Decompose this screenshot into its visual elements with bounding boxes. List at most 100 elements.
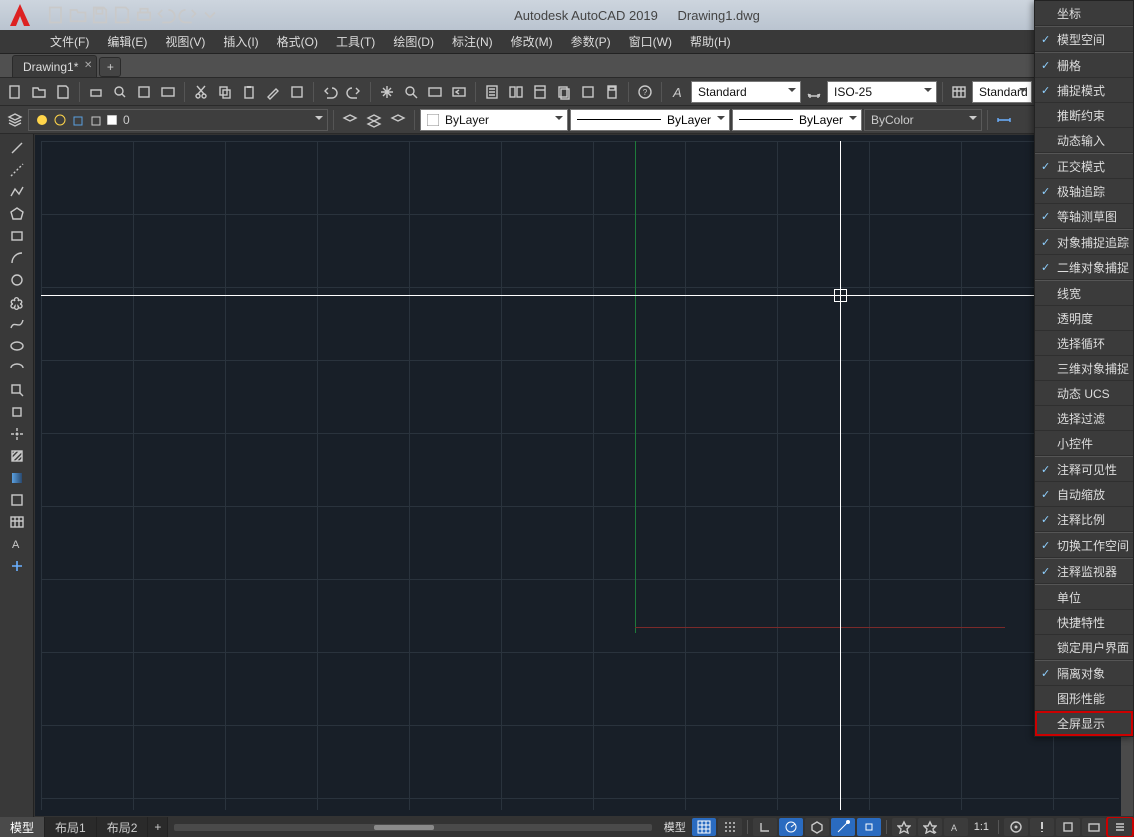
designcenter-icon[interactable] [505, 81, 527, 103]
table-icon[interactable] [4, 512, 30, 532]
popup-item[interactable]: 选择过滤 [1035, 406, 1133, 431]
annoscale-toggle[interactable]: A [944, 818, 968, 836]
linetype-dropdown[interactable]: ByLayer [570, 109, 730, 131]
undo-icon[interactable] [156, 5, 176, 25]
grid-toggle[interactable] [692, 818, 716, 836]
customize-status-button[interactable] [1108, 818, 1132, 836]
popup-item[interactable]: ✓注释监视器 [1035, 559, 1133, 584]
popup-item[interactable]: ✓二维对象捕捉 [1035, 255, 1133, 280]
gradient-icon[interactable] [4, 468, 30, 488]
table-style-dropdown[interactable]: Standard [972, 81, 1032, 103]
circle-icon[interactable] [4, 270, 30, 290]
copy-icon[interactable] [214, 81, 236, 103]
app-logo[interactable] [0, 0, 40, 30]
region-icon[interactable] [4, 490, 30, 510]
popup-item[interactable]: 全屏显示 [1035, 711, 1133, 736]
popup-item[interactable]: 快捷特性 [1035, 610, 1133, 635]
ellipse-arc-icon[interactable] [4, 358, 30, 378]
revcloud-icon[interactable] [4, 292, 30, 312]
text-style-dropdown[interactable]: Standard [691, 81, 801, 103]
otrack-toggle[interactable] [831, 818, 855, 836]
horizontal-scrollbar[interactable] [174, 824, 651, 831]
layout-tab-layout2[interactable]: 布局2 [97, 817, 149, 837]
document-tab[interactable]: Drawing1* ✕ [12, 55, 97, 77]
layout-tab-layout1[interactable]: 布局1 [45, 817, 97, 837]
layout-tab-model[interactable]: 模型 [0, 817, 45, 837]
popup-item[interactable]: ✓注释比例 [1035, 507, 1133, 532]
print-icon[interactable] [134, 5, 154, 25]
pan-icon[interactable] [376, 81, 398, 103]
popup-item[interactable]: 推断约束 [1035, 103, 1133, 128]
redo-icon[interactable] [343, 81, 365, 103]
autoscale-toggle[interactable] [918, 818, 942, 836]
menu-dim[interactable]: 标注(N) [452, 33, 493, 50]
saveas-icon[interactable] [112, 5, 132, 25]
matchprop-icon[interactable] [262, 81, 284, 103]
textstyle-icon[interactable]: A [667, 81, 689, 103]
menu-modify[interactable]: 修改(M) [511, 33, 553, 50]
new-tab-button[interactable]: + [99, 57, 121, 77]
ortho-toggle[interactable] [753, 818, 777, 836]
new-icon[interactable] [46, 5, 66, 25]
polar-toggle[interactable] [779, 818, 803, 836]
workspace-switch[interactable] [1004, 818, 1028, 836]
addselected-icon[interactable] [4, 556, 30, 576]
dim-style-dropdown[interactable]: ISO-25 [827, 81, 937, 103]
isolate-objects[interactable] [1056, 818, 1080, 836]
popup-item[interactable]: ✓切换工作空间 [1035, 533, 1133, 558]
menu-help[interactable]: 帮助(H) [690, 33, 731, 50]
dimstyle-icon[interactable] [803, 81, 825, 103]
spline-icon[interactable] [4, 314, 30, 334]
zoom-window-icon[interactable] [424, 81, 446, 103]
new-icon[interactable] [4, 81, 26, 103]
undo-icon[interactable] [319, 81, 341, 103]
help-icon[interactable]: ? [634, 81, 656, 103]
menu-insert[interactable]: 插入(I) [223, 33, 258, 50]
popup-item[interactable]: 动态 UCS [1035, 381, 1133, 406]
popup-item[interactable]: 三维对象捕捉 [1035, 356, 1133, 381]
preview-icon[interactable] [109, 81, 131, 103]
redo-icon[interactable] [178, 5, 198, 25]
popup-item[interactable]: ✓等轴测草图 [1035, 204, 1133, 229]
plotstyle-dropdown[interactable]: ByColor [864, 109, 982, 131]
popup-item[interactable]: ✓注释可见性 [1035, 457, 1133, 482]
point-icon[interactable] [4, 424, 30, 444]
popup-item[interactable]: ✓正交模式 [1035, 154, 1133, 179]
ellipse-icon[interactable] [4, 336, 30, 356]
properties-icon[interactable] [481, 81, 503, 103]
annotation-monitor[interactable] [1030, 818, 1054, 836]
cut-icon[interactable] [190, 81, 212, 103]
drawing-canvas[interactable] [34, 134, 1134, 817]
osnap-toggle[interactable] [857, 818, 881, 836]
xline-icon[interactable] [4, 160, 30, 180]
tablestyle-icon[interactable] [948, 81, 970, 103]
popup-item[interactable]: 小控件 [1035, 431, 1133, 456]
polyline-icon[interactable] [4, 182, 30, 202]
close-icon[interactable]: ✕ [84, 60, 92, 71]
arc-icon[interactable] [4, 248, 30, 268]
popup-item[interactable]: 坐标 [1035, 1, 1133, 26]
print-icon[interactable] [85, 81, 107, 103]
popup-item[interactable]: 图形性能 [1035, 686, 1133, 711]
rectangle-icon[interactable] [4, 226, 30, 246]
popup-item[interactable]: 锁定用户界面 [1035, 635, 1133, 660]
menu-format[interactable]: 格式(O) [277, 33, 318, 50]
popup-item[interactable]: 选择循环 [1035, 331, 1133, 356]
save-icon[interactable] [90, 5, 110, 25]
polygon-icon[interactable] [4, 204, 30, 224]
scale-label[interactable]: 1:1 [970, 821, 993, 833]
zoom-icon[interactable] [400, 81, 422, 103]
3ddwf-icon[interactable] [157, 81, 179, 103]
publish-icon[interactable] [133, 81, 155, 103]
layout-tab-add[interactable]: + [148, 817, 168, 837]
popup-item[interactable]: 线宽 [1035, 281, 1133, 306]
layer-state-icon[interactable] [363, 109, 385, 131]
layer-iso-icon[interactable] [387, 109, 409, 131]
menu-file[interactable]: 文件(F) [50, 33, 89, 50]
paste-icon[interactable] [238, 81, 260, 103]
color-dropdown[interactable]: ByLayer [420, 109, 568, 131]
hardware-accel[interactable] [1082, 818, 1106, 836]
open-icon[interactable] [28, 81, 50, 103]
menu-view[interactable]: 视图(V) [165, 33, 205, 50]
isodraft-toggle[interactable] [805, 818, 829, 836]
